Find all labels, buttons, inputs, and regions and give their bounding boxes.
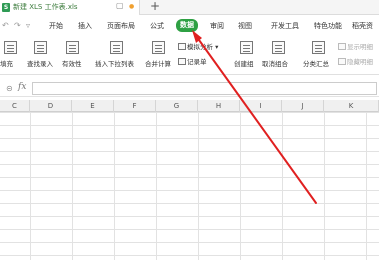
zoom-formula-icon[interactable]: ⊝ [6, 84, 13, 93]
menu-tab-review[interactable]: 审阅 [210, 21, 224, 31]
menu-bar: ↶ ↷ ▿ 开始 插入 页面布局 公式 数据 审阅 视图 开发工具 特色功能 稻… [0, 15, 379, 37]
ungroup-button[interactable]: 取消组合 [262, 58, 288, 68]
group-button[interactable]: 创建组 [234, 58, 254, 68]
document-tab[interactable]: S 新建 XLS 工作表.xls ▢ ● [0, 0, 140, 15]
wps-spreadsheet-window: S 新建 XLS 工作表.xls ▢ ● + ↶ ↷ ▿ 开始 插入 页面布局 … [0, 0, 379, 260]
data-ribbon: 填充 查找录入 有效性 插入下拉列表 合并计算 模拟分析 ▾ 记录单 创建组 取… [0, 37, 379, 75]
what-if-analysis-label: 模拟分析 [187, 43, 213, 51]
find-entry-button[interactable]: 查找录入 [27, 58, 53, 68]
what-if-analysis-button[interactable]: 模拟分析 ▾ [178, 41, 218, 51]
insert-dropdown-list-icon[interactable] [110, 41, 123, 54]
cell-grid[interactable] [0, 112, 379, 260]
subtotal-icon[interactable] [312, 41, 325, 54]
validation-icon[interactable] [66, 41, 79, 54]
unsaved-dot-icon[interactable]: ● [129, 3, 134, 10]
group-icon[interactable] [240, 41, 253, 54]
column-header-j[interactable]: J [282, 100, 324, 112]
menu-tab-formulas[interactable]: 公式 [150, 21, 164, 31]
menu-tab-features[interactable]: 特色功能 [314, 21, 342, 31]
menu-tab-view[interactable]: 视图 [238, 21, 252, 31]
menu-tab-docer[interactable]: 稻壳资 [352, 21, 373, 31]
customize-quick-access-icon[interactable]: ▿ [26, 21, 30, 30]
hide-detail-button[interactable]: 隐藏明细 [338, 56, 373, 66]
column-headers: C D E F G H I J K [0, 100, 379, 112]
data-form-button[interactable]: 记录单 [178, 56, 207, 66]
spreadsheet-file-icon: S [2, 3, 10, 12]
menu-tab-data[interactable]: 数据 [176, 19, 198, 32]
new-tab-plus-icon[interactable]: + [150, 0, 160, 13]
document-tab-bar: S 新建 XLS 工作表.xls ▢ ● + [0, 0, 379, 15]
validation-button[interactable]: 有效性 [62, 58, 82, 68]
ungroup-icon[interactable] [272, 41, 285, 54]
consolidate-button[interactable]: 合并计算 [145, 58, 171, 68]
hide-detail-label: 隐藏明细 [347, 58, 373, 66]
column-header-i[interactable]: I [240, 100, 282, 112]
document-title: 新建 XLS 工作表.xls [13, 3, 78, 11]
show-detail-label: 显示明细 [347, 43, 373, 51]
show-detail-button[interactable]: 显示明细 [338, 41, 373, 51]
data-form-icon [178, 58, 186, 65]
column-header-h[interactable]: H [198, 100, 240, 112]
what-if-analysis-icon [178, 43, 186, 50]
column-header-f[interactable]: F [114, 100, 156, 112]
redo-icon[interactable]: ↷ [14, 21, 21, 30]
column-header-k[interactable]: K [324, 100, 379, 112]
column-header-c[interactable]: C [0, 100, 30, 112]
menu-tab-developer[interactable]: 开发工具 [271, 21, 299, 31]
fill-icon[interactable] [4, 41, 17, 54]
consolidate-icon[interactable] [152, 41, 165, 54]
subtotal-button[interactable]: 分类汇总 [303, 58, 329, 68]
menu-tab-home[interactable]: 开始 [49, 21, 63, 31]
formula-bar: ⊝ fx [0, 80, 379, 97]
undo-icon[interactable]: ↶ [2, 21, 9, 30]
insert-dropdown-list-button[interactable]: 插入下拉列表 [95, 58, 134, 68]
column-header-g[interactable]: G [156, 100, 198, 112]
column-header-e[interactable]: E [72, 100, 114, 112]
formula-input[interactable] [32, 82, 377, 95]
data-form-label: 记录单 [187, 58, 207, 66]
menu-tab-page-layout[interactable]: 页面布局 [107, 21, 135, 31]
fill-button[interactable]: 填充 [0, 58, 13, 68]
restore-window-icon[interactable]: ▢ [116, 1, 124, 10]
column-header-d[interactable]: D [30, 100, 72, 112]
menu-tab-insert[interactable]: 插入 [78, 21, 92, 31]
show-detail-icon [338, 43, 346, 50]
hide-detail-icon [338, 58, 346, 65]
insert-function-icon[interactable]: fx [18, 82, 26, 92]
find-entry-icon[interactable] [34, 41, 47, 54]
